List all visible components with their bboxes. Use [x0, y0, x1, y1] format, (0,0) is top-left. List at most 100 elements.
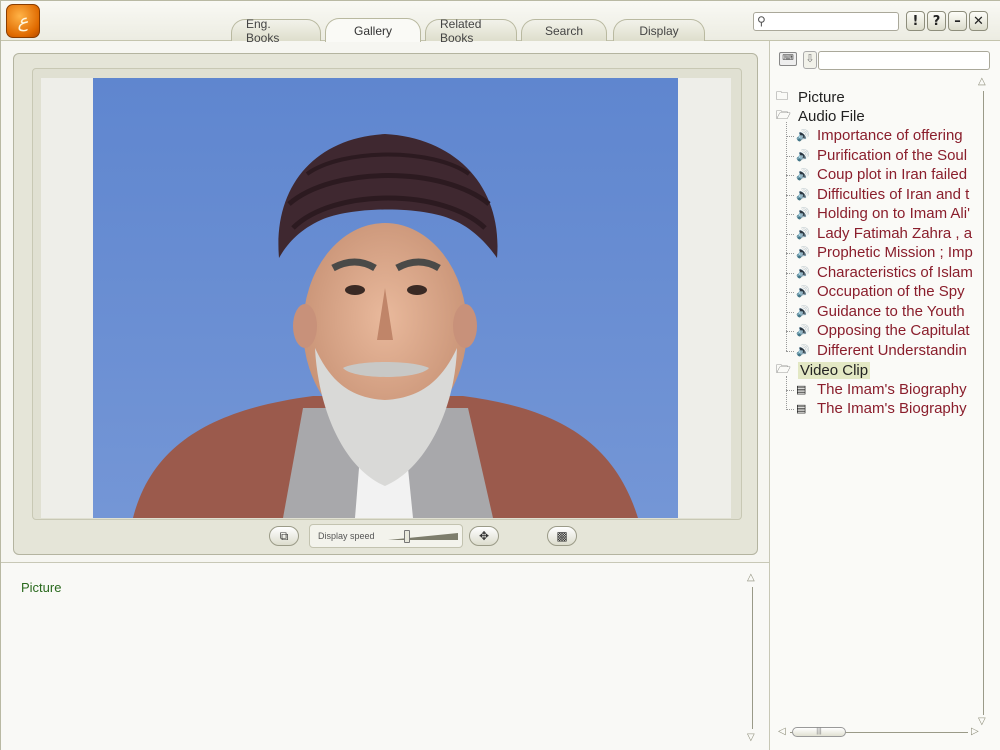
tree-connector — [786, 214, 794, 215]
tree-item-label: Guidance to the Youth — [817, 302, 965, 320]
tree-item[interactable]: ▤ The Imam's Biography — [796, 380, 976, 399]
tree-connector — [786, 409, 794, 410]
tab-eng-books[interactable]: Eng. Books — [231, 17, 321, 45]
speaker-icon: 🔊 — [796, 266, 810, 279]
download-arrow-icon[interactable]: ⇩ — [803, 51, 817, 69]
gallery-viewer: ⧉ Display speed ✥ ▩ — [13, 53, 758, 555]
scroll-right-arrow-icon[interactable]: ▷ — [971, 726, 979, 737]
tree-item[interactable]: 🔊 Characteristics of Islam — [796, 263, 976, 282]
app-logo[interactable]: ﻉ — [6, 4, 40, 38]
tree-item[interactable]: ▤ The Imam's Biography — [796, 399, 976, 418]
tree-item[interactable]: 🔊 Different Understandin — [796, 341, 976, 360]
tree-folder-label: Picture — [798, 88, 845, 106]
tree-item[interactable]: 🔊 Purification of the Soul — [796, 146, 976, 165]
save-button[interactable]: ▩ — [547, 526, 577, 546]
tab-gallery[interactable]: Gallery — [325, 18, 421, 42]
speaker-icon: 🔊 — [796, 305, 810, 318]
slides-icon: ⧉ — [279, 528, 289, 543]
tree-item[interactable]: 🔊 Importance of offering — [796, 126, 976, 145]
portrait-image — [93, 78, 678, 518]
tree-item-label: Difficulties of Iran and t — [817, 185, 970, 203]
tree-connector — [786, 292, 794, 293]
slideshow-button[interactable]: ⧉ — [269, 526, 299, 546]
tree-connector — [786, 350, 794, 352]
tree-item[interactable]: 🔊 Difficulties of Iran and t — [796, 185, 976, 204]
tab-display[interactable]: Display — [613, 19, 705, 41]
search-icon: ⚲ — [757, 14, 766, 28]
keyboard-icon[interactable]: ⌨ — [779, 52, 797, 66]
tree-item-label: Purification of the Soul — [817, 146, 968, 164]
tree-item[interactable]: 🔊 Opposing the Capitulat — [796, 321, 976, 340]
scroll-left-arrow-icon[interactable]: ◁ — [778, 726, 786, 737]
tree-item[interactable]: 🔊 Guidance to the Youth — [796, 302, 976, 321]
tree-connector — [786, 136, 794, 137]
tree-item[interactable]: 🔊 Lady Fatimah Zahra , a — [796, 224, 976, 243]
scroll-track[interactable] — [752, 587, 753, 729]
fullscreen-button[interactable]: ✥ — [469, 526, 499, 546]
tree-item-label: The Imam's Biography — [817, 400, 967, 417]
open-folder-icon: 🗁 — [776, 108, 791, 122]
tree-item[interactable]: 🔊 Prophetic Mission ; Imp — [796, 243, 976, 262]
caption-scrollbar[interactable]: △ ▽ — [746, 573, 760, 743]
app-window: ﻉ Eng. Books Gallery Related Books Searc… — [0, 0, 1000, 750]
display-speed-label: Display speed — [318, 531, 375, 541]
move-arrows-icon: ✥ — [478, 529, 490, 543]
speaker-icon: 🔊 — [796, 344, 810, 357]
speaker-icon: 🔊 — [796, 149, 810, 162]
speaker-icon: 🔊 — [796, 169, 810, 181]
tree-connector — [786, 175, 794, 176]
tree-folder-label: Video Clip — [798, 361, 871, 379]
tree-item-label: Coup plot in Iran failed — [817, 166, 968, 183]
tree-connector — [786, 194, 794, 196]
tree-connector — [786, 311, 794, 313]
speed-track[interactable] — [388, 533, 458, 541]
speaker-icon: 🔊 — [796, 247, 810, 259]
tree-item-label: Different Understandin — [817, 341, 967, 359]
minimize-button[interactable]: – — [948, 11, 967, 31]
tree-item-label: The Imam's Biography — [817, 380, 967, 398]
scroll-track[interactable] — [983, 91, 984, 715]
close-button[interactable]: ✕ — [969, 11, 988, 31]
viewer-controls: ⧉ Display speed ✥ ▩ — [14, 522, 759, 552]
speed-slider-thumb[interactable] — [404, 530, 410, 543]
tree-item[interactable]: 🔊 Holding on to Imam Ali' — [796, 204, 976, 223]
logo-glyph: ﻉ — [17, 10, 29, 32]
help-button[interactable]: ? — [927, 11, 946, 31]
tab-search[interactable]: Search — [521, 19, 607, 41]
sidebar-vertical-scrollbar[interactable]: △ ▽ — [977, 77, 991, 729]
media-tree: 🗀 Picture 🗁 Audio File 🔊 Importance of offeri… — [776, 87, 976, 727]
tree-folder[interactable]: 🗁 Video Clip — [776, 360, 871, 380]
sidebar-filter-input[interactable] — [818, 51, 990, 70]
scroll-up-arrow-icon[interactable]: △ — [978, 77, 986, 87]
top-bar: ﻉ Eng. Books Gallery Related Books Searc… — [1, 1, 1000, 45]
speaker-icon: 🔊 — [796, 286, 810, 298]
gallery-photo[interactable] — [93, 78, 678, 518]
sidebar-horizontal-scrollbar[interactable]: ◁ ||| ▷ — [778, 725, 982, 739]
tab-related-books[interactable]: Related Books — [425, 17, 517, 45]
photo-frame — [41, 78, 731, 518]
search-input[interactable]: ⚲ — [753, 12, 899, 31]
tree-item-label: Opposing the Capitulat — [817, 322, 970, 339]
floppy-disk-icon: ▩ — [556, 529, 568, 543]
tree-item-label: Lady Fatimah Zahra , a — [817, 224, 973, 242]
tree-item-label: Occupation of the Spy — [817, 283, 965, 300]
tree-connector — [786, 331, 794, 332]
speaker-icon: 🔊 — [796, 208, 810, 220]
tree-connector — [786, 155, 794, 157]
alert-button[interactable]: ! — [906, 11, 925, 31]
tree-item[interactable]: 🔊 Occupation of the Spy — [796, 282, 976, 301]
hscroll-thumb[interactable]: ||| — [792, 727, 846, 737]
tree-folder[interactable]: 🗀 Picture — [776, 87, 845, 107]
tree-connector — [786, 233, 794, 235]
tree-item-label: Importance of offering — [817, 127, 963, 144]
tree-connector — [786, 375, 787, 410]
film-icon: ▤ — [796, 383, 807, 396]
speaker-icon: 🔊 — [796, 325, 810, 337]
tree-folder[interactable]: 🗁 Audio File — [776, 107, 865, 127]
tree-item[interactable]: 🔊 Coup plot in Iran failed — [796, 165, 976, 184]
scroll-up-arrow-icon[interactable]: △ — [747, 573, 755, 583]
scroll-down-arrow-icon[interactable]: ▽ — [747, 733, 755, 743]
speaker-icon: 🔊 — [796, 227, 810, 240]
display-speed-control[interactable]: Display speed — [309, 524, 463, 548]
tree-connector — [786, 272, 794, 274]
